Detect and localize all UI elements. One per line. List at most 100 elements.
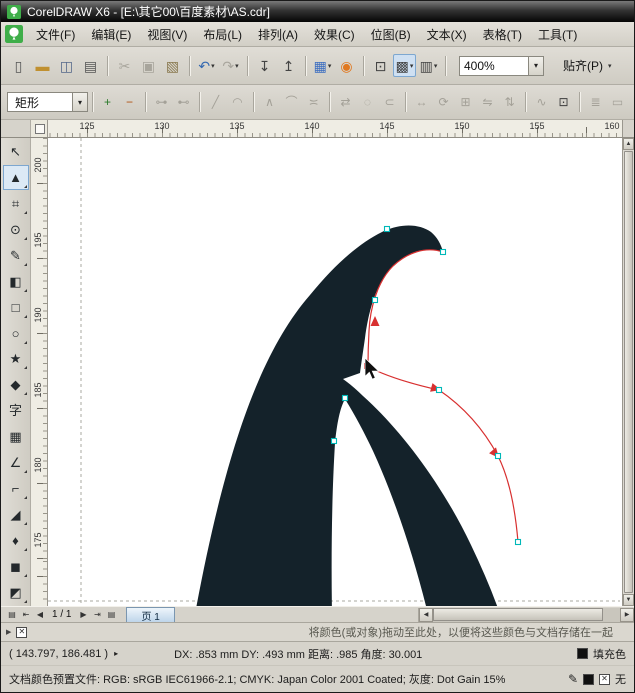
curve-node[interactable]: [343, 396, 348, 401]
vertical-ruler[interactable]: 200195190185180175170: [31, 138, 48, 606]
menu-view[interactable]: 视图(V): [139, 23, 195, 46]
menu-edit[interactable]: 编辑(E): [83, 23, 139, 46]
convert-to-curve-button[interactable]: ◠: [227, 92, 248, 113]
dimension-tool[interactable]: ∠: [3, 450, 29, 475]
curve-node[interactable]: [496, 454, 501, 459]
control-arrow-up[interactable]: [371, 316, 380, 326]
zoom-tool[interactable]: ⊙: [3, 217, 29, 242]
first-page-button[interactable]: ⇤: [19, 608, 33, 621]
new-document-button[interactable]: ▯: [7, 54, 30, 77]
reduce-nodes-button[interactable]: ≣: [585, 92, 606, 113]
vertical-scroll-thumb[interactable]: [624, 151, 633, 593]
join-nodes-button[interactable]: ⊶: [151, 92, 172, 113]
fill-tool[interactable]: ◼: [3, 554, 29, 579]
scroll-up-button[interactable]: ▲: [623, 138, 634, 150]
redo-button[interactable]: ↷▾: [219, 54, 242, 77]
drawing-canvas[interactable]: [48, 138, 622, 606]
outline-pen-tool[interactable]: ♦: [3, 528, 29, 553]
snap-to-button[interactable]: 贴齐(P)▾: [557, 55, 618, 76]
basic-shapes-tool[interactable]: ◆: [3, 372, 29, 397]
select-all-nodes-button[interactable]: ⊡: [553, 92, 574, 113]
full-screen-preview-button[interactable]: ⊡: [369, 54, 392, 77]
application-launcher-button[interactable]: ▦▾: [311, 54, 334, 77]
delete-node-button[interactable]: −: [119, 92, 140, 113]
freehand-tool[interactable]: ✎: [3, 243, 29, 268]
preset-combo[interactable]: 矩形 ▾: [7, 92, 88, 112]
copy-button[interactable]: ▣: [137, 54, 160, 77]
smart-fill-tool[interactable]: ◧: [3, 269, 29, 294]
horizontal-scrollbar[interactable]: ◀ ▶: [418, 608, 634, 622]
menu-file[interactable]: 文件(F): [28, 23, 83, 46]
interactive-fill-tool[interactable]: ◩: [3, 580, 29, 605]
polygon-tool[interactable]: ★: [3, 347, 29, 372]
add-page-button[interactable]: ▤: [104, 608, 118, 621]
next-page-button[interactable]: ▶: [76, 608, 90, 621]
text-tool[interactable]: 字: [3, 398, 29, 423]
save-button[interactable]: ◫: [55, 54, 78, 77]
pick-tool[interactable]: ↖: [3, 139, 29, 164]
curve-node[interactable]: [385, 227, 390, 232]
stretch-nodes-button[interactable]: ↔: [411, 92, 432, 113]
open-button[interactable]: ▬: [31, 54, 54, 77]
chevron-down-icon[interactable]: ▾: [528, 57, 543, 75]
scroll-left-button[interactable]: ◀: [419, 608, 433, 622]
convert-to-line-button[interactable]: ╱: [205, 92, 226, 113]
ellipse-tool[interactable]: ○: [3, 321, 29, 346]
curve-smoothness-button[interactable]: ▭: [607, 92, 628, 113]
cusp-node-button[interactable]: ∧: [259, 92, 280, 113]
menu-layout[interactable]: 布局(L): [195, 23, 250, 46]
undo-button[interactable]: ↶▾: [195, 54, 218, 77]
view-mode-button[interactable]: ▩▾: [393, 54, 416, 77]
connector-tool[interactable]: ⌐: [3, 476, 29, 501]
previous-page-button[interactable]: ◀: [33, 608, 47, 621]
curve-node[interactable]: [516, 540, 521, 545]
add-node-button[interactable]: +: [97, 92, 118, 113]
dockers-button[interactable]: ▥▾: [417, 54, 440, 77]
title-bar[interactable]: CorelDRAW X6 - [E:\其它00\百度素材\AS.cdr]: [1, 1, 634, 22]
align-nodes-button[interactable]: ⊞: [455, 92, 476, 113]
menu-arrange[interactable]: 排列(A): [250, 23, 306, 46]
scroll-down-button[interactable]: ▼: [623, 594, 634, 606]
curve-node[interactable]: [441, 250, 446, 255]
reverse-direction-button[interactable]: ⇄: [335, 92, 356, 113]
vertical-scrollbar[interactable]: ▲ ▼: [622, 138, 634, 606]
ruler-origin-button[interactable]: [31, 120, 48, 137]
shape-tool[interactable]: ▲: [3, 165, 29, 190]
menu-effects[interactable]: 效果(C): [306, 23, 363, 46]
horizontal-scroll-thumb[interactable]: [433, 608, 603, 621]
horizontal-ruler[interactable]: 125130135140145150155160: [48, 120, 622, 137]
elastic-mode-button[interactable]: ∿: [531, 92, 552, 113]
fill-color-swatch[interactable]: [577, 648, 588, 659]
menu-tools[interactable]: 工具(T): [530, 23, 585, 46]
break-curve-button[interactable]: ⊷: [173, 92, 194, 113]
scroll-right-button[interactable]: ▶: [620, 608, 634, 622]
curve-node[interactable]: [373, 298, 378, 303]
no-outline-swatch[interactable]: ✕: [599, 674, 610, 685]
symmetrical-node-button[interactable]: ≍: [303, 92, 324, 113]
cut-button[interactable]: ✂: [113, 54, 136, 77]
table-tool[interactable]: ▦: [3, 424, 29, 449]
reflect-vertical-button[interactable]: ⇅: [499, 92, 520, 113]
status-expander-icon[interactable]: ▸: [114, 649, 118, 658]
import-button[interactable]: ↧: [253, 54, 276, 77]
rectangle-tool[interactable]: □: [3, 295, 29, 320]
corel-connect-button[interactable]: ◉: [335, 54, 358, 77]
menu-table[interactable]: 表格(T): [475, 23, 530, 46]
zoom-level-input[interactable]: [460, 59, 528, 73]
menu-bitmaps[interactable]: 位图(B): [363, 23, 419, 46]
palette-flyout-icon[interactable]: ▶: [6, 628, 11, 636]
paste-button[interactable]: ▧: [161, 54, 184, 77]
last-page-button[interactable]: ⇥: [90, 608, 104, 621]
export-button[interactable]: ↥: [277, 54, 300, 77]
menu-text[interactable]: 文本(X): [419, 23, 475, 46]
close-curve-button[interactable]: ◌: [357, 92, 378, 113]
color-eyedropper-tool[interactable]: ◢: [3, 502, 29, 527]
curve-node[interactable]: [332, 439, 337, 444]
curve-node[interactable]: [437, 388, 442, 393]
reflect-horizontal-button[interactable]: ⇋: [477, 92, 498, 113]
smooth-node-button[interactable]: ⌒: [281, 92, 302, 113]
page-tab[interactable]: 页 1: [126, 607, 174, 622]
edited-shape[interactable]: [195, 225, 500, 606]
chevron-down-icon[interactable]: ▾: [72, 93, 87, 111]
outline-color-swatch[interactable]: [583, 674, 594, 685]
